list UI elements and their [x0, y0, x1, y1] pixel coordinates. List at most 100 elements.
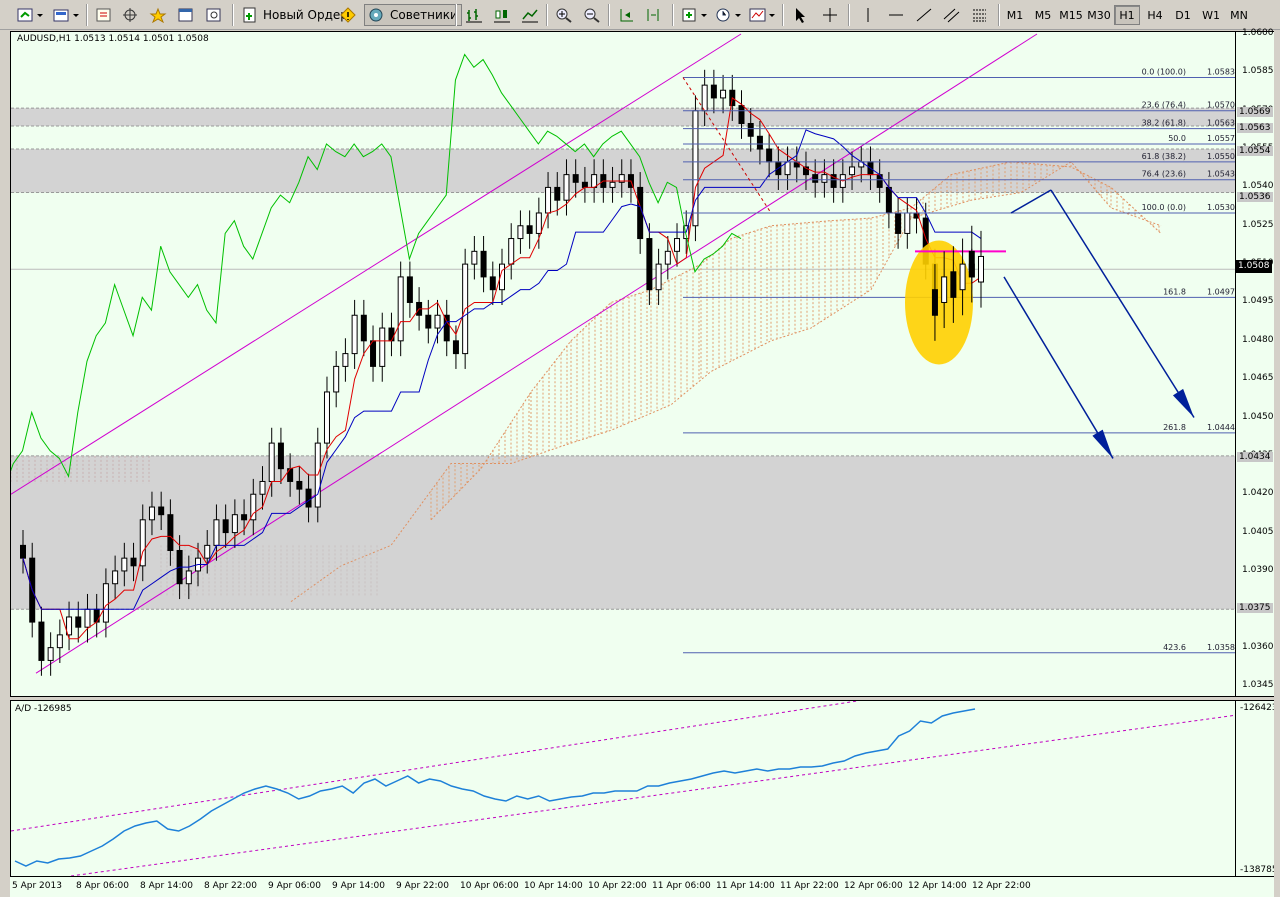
chart-shift-icon — [645, 7, 663, 23]
ad-indicator-pane[interactable]: A/D -126985 — [10, 700, 1236, 877]
toolbar-separator — [232, 4, 234, 26]
indicators-button[interactable] — [678, 4, 712, 26]
candle-body — [941, 276, 948, 303]
candle-body — [692, 110, 699, 227]
strategy-tester-button[interactable] — [202, 4, 226, 26]
fib-price: 1.0583 — [1207, 67, 1235, 76]
line-chart-icon — [521, 7, 539, 23]
zoom-out-button[interactable] — [580, 4, 604, 26]
candle-body — [738, 105, 745, 124]
ad-channel-lower — [70, 714, 1235, 876]
price-tick: 1.0495 — [1242, 296, 1274, 307]
timeframe-m15[interactable]: M15 — [1058, 5, 1084, 25]
price-axis[interactable]: 1.06001.05851.05701.05551.05401.05251.05… — [1236, 28, 1274, 697]
time-tick: 11 Apr 14:00 — [716, 881, 775, 891]
candle-body — [360, 314, 367, 342]
time-tick: 9 Apr 06:00 — [268, 881, 321, 891]
fib-price: 1.0550 — [1207, 152, 1235, 161]
timeframe-d1[interactable]: D1 — [1170, 5, 1196, 25]
time-tick: 8 Apr 22:00 — [204, 881, 257, 891]
toolbar-separator — [86, 4, 88, 26]
fib-price: 1.0497 — [1207, 287, 1235, 296]
bar-chart-button[interactable] — [462, 4, 486, 26]
terminal-button[interactable] — [174, 4, 198, 26]
candle-body — [130, 557, 137, 567]
periods-button[interactable] — [712, 4, 746, 26]
expert-advisors-button[interactable]: Советники — [364, 4, 462, 26]
zone-level-tag: 1.0536 — [1237, 191, 1273, 202]
time-axis[interactable]: 5 Apr 2013 8 Apr 06:00 8 Apr 14:00 8 Apr 22… — [10, 877, 1274, 897]
horizontal-line-button[interactable] — [884, 4, 908, 26]
price-tick: 1.0405 — [1242, 526, 1274, 537]
equidistant-channel-button[interactable] — [940, 4, 964, 26]
auto-scroll-button[interactable] — [614, 4, 638, 26]
crosshair-icon — [821, 7, 839, 23]
candle-body — [259, 480, 266, 495]
fibonacci-button[interactable] — [968, 4, 992, 26]
magnifier-chart-icon — [205, 7, 223, 23]
candle-body — [572, 174, 579, 183]
new-chart-button[interactable] — [14, 4, 48, 26]
zoom-in-button[interactable] — [552, 4, 576, 26]
candlestick-icon — [493, 7, 511, 23]
candle-body — [167, 514, 174, 551]
cursor-icon — [791, 7, 809, 23]
price-chart[interactable]: 0.0 (100.0) 1.0583 23.6 (76.4) 1.0570 38.2 (… — [10, 31, 1236, 697]
toolbar-separator — [546, 4, 548, 26]
candle-body — [526, 225, 533, 234]
line-chart-button[interactable] — [518, 4, 542, 26]
candle-body — [241, 514, 248, 521]
fib-label: 261.8 — [1163, 423, 1186, 432]
candle-body — [323, 391, 330, 444]
fib-label: 0.0 (100.0) — [1142, 67, 1186, 76]
zoom-out-icon — [583, 7, 601, 23]
candlestick-button[interactable] — [490, 4, 514, 26]
crosshair-tool-button[interactable] — [818, 4, 842, 26]
candle-body — [342, 353, 349, 367]
candle-body — [545, 186, 552, 214]
candle-body — [305, 488, 312, 508]
candle-body — [609, 181, 616, 188]
candle-body — [158, 506, 165, 516]
market-watch-button[interactable] — [92, 4, 116, 26]
zone-level-tag: 1.0563 — [1237, 122, 1273, 133]
candle-body — [581, 181, 588, 188]
metaeditor-button[interactable] — [336, 4, 360, 26]
timeframe-h1[interactable]: H1 — [1114, 5, 1140, 25]
candle-body — [333, 365, 340, 393]
templates-button[interactable] — [746, 4, 780, 26]
candle-body — [849, 166, 856, 176]
candle-body — [102, 583, 109, 623]
candle-body — [222, 519, 229, 534]
warning-diamond-icon — [339, 7, 357, 23]
advisors-label: Советники — [390, 8, 458, 22]
crosshair-target-icon — [121, 7, 139, 23]
profiles-button[interactable] — [50, 4, 84, 26]
timeframe-m30[interactable]: M30 — [1086, 5, 1112, 25]
timeframe-mn[interactable]: MN — [1226, 5, 1252, 25]
new-order-button[interactable]: Новый Ордер — [238, 4, 351, 26]
candle-body — [710, 84, 717, 99]
toolbar-separator — [782, 4, 784, 26]
vertical-line-button[interactable] — [856, 4, 880, 26]
fib-label: 50.0 — [1168, 134, 1186, 143]
cursor-tool-button[interactable] — [788, 4, 812, 26]
timeframe-m1[interactable]: M1 — [1002, 5, 1028, 25]
timeframe-w1[interactable]: W1 — [1198, 5, 1224, 25]
timeframe-m5[interactable]: M5 — [1030, 5, 1056, 25]
chart-shift-button[interactable] — [642, 4, 666, 26]
data-window-button[interactable] — [118, 4, 142, 26]
candle-body — [75, 616, 82, 628]
templates-icon — [749, 7, 777, 23]
fib-label: 61.8 (38.2) — [1142, 152, 1186, 161]
timeframe-h4[interactable]: H4 — [1142, 5, 1168, 25]
trendline-button[interactable] — [912, 4, 936, 26]
candle-body — [637, 186, 644, 240]
candle-body — [388, 327, 395, 342]
price-tick: 1.0465 — [1242, 373, 1274, 384]
navigator-button[interactable] — [146, 4, 170, 26]
profiles-icon — [53, 7, 81, 23]
market-watch-icon — [95, 7, 113, 23]
price-chart-canvas: 0.0 (100.0) 1.0583 23.6 (76.4) 1.0570 38.2 (… — [11, 33, 1235, 676]
price-tick: 1.0585 — [1242, 66, 1274, 77]
